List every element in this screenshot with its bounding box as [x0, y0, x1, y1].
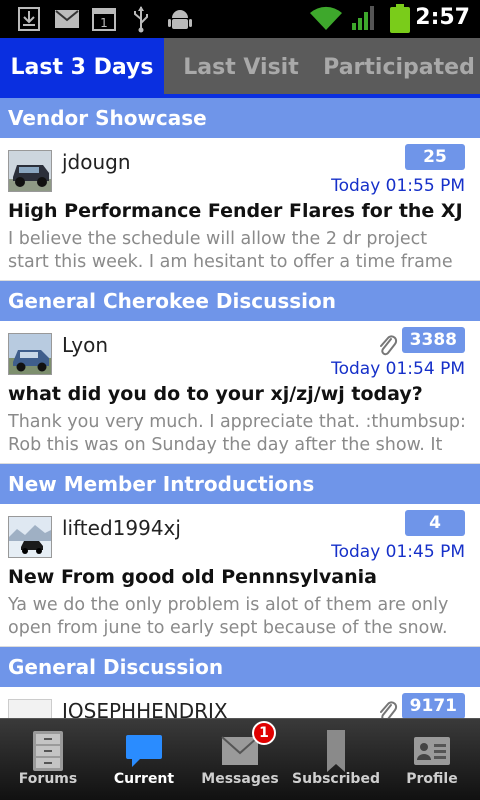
nav-profile[interactable]: Profile [384, 719, 480, 800]
topic-item[interactable]: lifted1994xj 4 Today 01:45 PM New From g… [0, 504, 480, 647]
topic-item[interactable]: jdougn 25 Today 01:55 PM High Performanc… [0, 138, 480, 281]
clock: 2:57 [415, 5, 470, 30]
nav-messages[interactable]: 1 Messages [192, 719, 288, 800]
reply-count-badge: 4 [405, 510, 465, 536]
topic-title: what did you do to your xj/zj/wj today? [8, 383, 423, 405]
avatar [8, 516, 52, 558]
nav-label: Forums [18, 771, 78, 787]
speech-bubble-icon [126, 735, 162, 767]
section-header: General Cherokee Discussion [0, 281, 480, 321]
usb-icon [134, 6, 148, 33]
section-header: New Member Introductions [0, 464, 480, 504]
profile-card-icon [414, 737, 450, 765]
nav-current[interactable]: Current [96, 719, 192, 800]
nav-forums[interactable]: Forums [0, 719, 96, 800]
calendar-icon: 1 [92, 8, 116, 31]
unread-messages-badge: 1 [252, 721, 276, 745]
app-root: 1 2:57 Last 3 Days Last Visit Participat… [0, 0, 480, 800]
download-icon [18, 7, 40, 31]
bookmark-icon [327, 730, 345, 772]
tab-bar: Last 3 Days Last Visit Participated [0, 38, 480, 98]
nav-label: Subscribed [292, 771, 380, 787]
bottom-navigation: Forums Current 1 Messages Subscribed Pro… [0, 718, 480, 800]
topic-preview: I believe the schedule will allow the 2 … [8, 229, 453, 272]
envelope-icon [221, 736, 259, 765]
cabinet-icon [33, 731, 63, 771]
topic-preview: Ya we do the only problem is alot of the… [8, 595, 449, 638]
author-name: lifted1994xj [62, 516, 181, 540]
nav-label: Profile [406, 771, 458, 787]
topic-title: High Performance Fender Flares for the X… [8, 200, 463, 222]
avatar [8, 150, 52, 192]
topic-item[interactable]: Lyon 3388 Today 01:54 PM what did you do… [0, 321, 480, 464]
gmail-icon [55, 10, 79, 28]
author-name: Lyon [62, 333, 109, 357]
author-name: jdougn [62, 150, 131, 174]
reply-count-badge: 9171 [401, 693, 465, 718]
section-header: Vendor Showcase [0, 98, 480, 138]
signal-icon [352, 6, 374, 30]
post-time: Today 01:55 PM [331, 176, 465, 196]
topic-feed[interactable]: Vendor Showcase jdougn 25 Today 01:55 PM… [0, 98, 480, 718]
battery-icon [390, 4, 410, 33]
post-time: Today 01:45 PM [331, 542, 465, 562]
nav-label: Current [113, 771, 175, 787]
android-debug-icon [168, 10, 192, 29]
tab-last-visit[interactable]: Last Visit [164, 38, 318, 98]
topic-preview: Thank you very much. I appreciate that. … [8, 412, 466, 455]
paperclip-icon [380, 701, 398, 718]
tab-last-3-days[interactable]: Last 3 Days [0, 38, 164, 98]
status-bar: 1 2:57 [0, 0, 480, 38]
author-name: JOSEPHHENDRIX [62, 699, 228, 718]
avatar [8, 333, 52, 375]
topic-title: New From good old Pennnsylvania [8, 566, 377, 588]
reply-count-badge: 3388 [401, 327, 465, 353]
section-header: General Discussion [0, 647, 480, 687]
topic-item[interactable]: JOSEPHHENDRIX 9171 [0, 687, 480, 718]
avatar [8, 699, 52, 718]
wifi-icon [310, 6, 342, 30]
paperclip-icon [380, 335, 398, 356]
nav-subscribed[interactable]: Subscribed [288, 719, 384, 800]
post-time: Today 01:54 PM [331, 359, 465, 379]
nav-label: Messages [201, 771, 279, 787]
calendar-day: 1 [100, 16, 108, 30]
tab-participated[interactable]: Participated [318, 38, 480, 98]
reply-count-badge: 25 [405, 144, 465, 170]
